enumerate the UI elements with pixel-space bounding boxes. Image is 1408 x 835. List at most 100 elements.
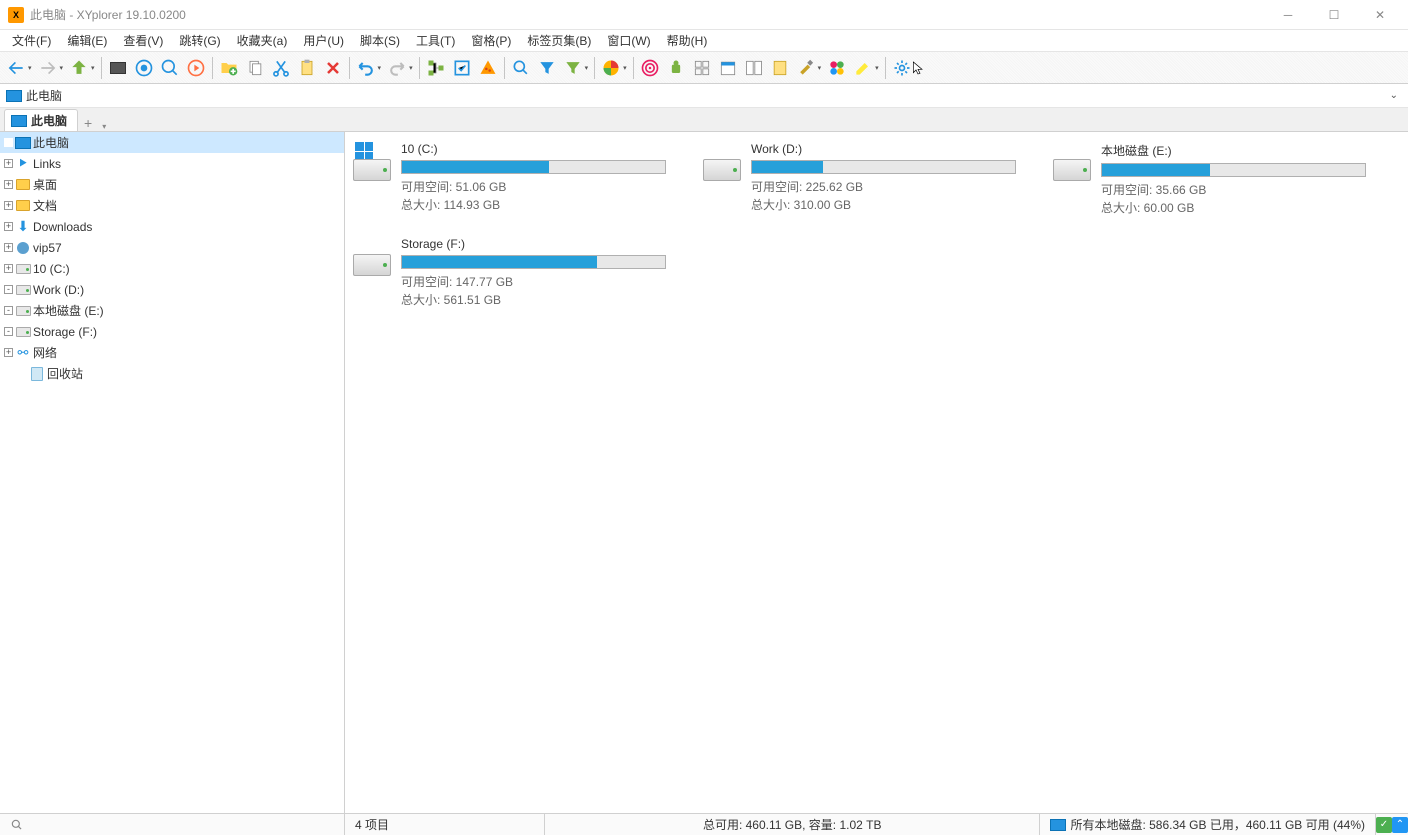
tree-label: Work (D:) bbox=[33, 283, 84, 297]
drive-view[interactable]: 10 (C:) 可用空间: 51.06 GB 总大小: 114.93 GB Wo… bbox=[345, 132, 1408, 813]
tree-item[interactable]: +⚯网络 bbox=[0, 342, 344, 363]
expand-icon[interactable]: + bbox=[4, 201, 13, 210]
expand-icon[interactable]: - bbox=[4, 327, 13, 336]
expand-icon[interactable] bbox=[18, 369, 27, 378]
copy-button[interactable] bbox=[243, 56, 267, 80]
back-history-dropdown[interactable]: ▾ bbox=[28, 64, 32, 72]
color-button[interactable] bbox=[825, 56, 849, 80]
tree-item[interactable]: 回收站 bbox=[0, 363, 344, 384]
zoom-button[interactable] bbox=[158, 56, 182, 80]
menu-帮助(H)[interactable]: 帮助(H) bbox=[659, 30, 716, 51]
drive-item[interactable]: Work (D:) 可用空间: 225.62 GB 总大小: 310.00 GB bbox=[699, 140, 1019, 219]
close-button[interactable]: ✕ bbox=[1366, 5, 1394, 25]
forward-button[interactable] bbox=[36, 56, 60, 80]
new-tab-button[interactable]: + bbox=[78, 115, 98, 131]
chart-dropdown[interactable]: ▾ bbox=[623, 64, 627, 72]
status-sync-icon[interactable]: ⌃ bbox=[1392, 817, 1408, 833]
address-dropdown[interactable]: ⌄ bbox=[1386, 90, 1402, 101]
settings-button[interactable] bbox=[890, 56, 914, 80]
tab-label: 此电脑 bbox=[31, 112, 67, 129]
tab-list-dropdown[interactable]: ▾ bbox=[98, 122, 110, 131]
expand-icon[interactable]: + bbox=[4, 222, 13, 231]
menu-窗格(P)[interactable]: 窗格(P) bbox=[463, 30, 519, 51]
redo-dropdown[interactable]: ▾ bbox=[409, 64, 413, 72]
filter-button[interactable] bbox=[535, 56, 559, 80]
paste-button[interactable] bbox=[295, 56, 319, 80]
back-button[interactable] bbox=[4, 56, 28, 80]
tree-item[interactable]: -Storage (F:) bbox=[0, 321, 344, 342]
undo-button[interactable] bbox=[354, 56, 378, 80]
expand-icon[interactable]: + bbox=[4, 348, 13, 357]
brush-button[interactable] bbox=[794, 56, 818, 80]
tree-item[interactable]: +桌面 bbox=[0, 174, 344, 195]
maximize-button[interactable]: ☐ bbox=[1320, 5, 1348, 25]
spiral-button[interactable] bbox=[638, 56, 662, 80]
search-icon bbox=[10, 818, 24, 832]
highlighter-button[interactable] bbox=[851, 56, 875, 80]
cut-button[interactable] bbox=[269, 56, 293, 80]
new-folder-button[interactable] bbox=[217, 56, 241, 80]
menu-窗口(W)[interactable]: 窗口(W) bbox=[599, 30, 658, 51]
grid-button[interactable] bbox=[690, 56, 714, 80]
expand-icon[interactable]: + bbox=[4, 243, 13, 252]
forward-history-dropdown[interactable]: ▾ bbox=[60, 64, 64, 72]
minimize-button[interactable]: ─ bbox=[1274, 5, 1302, 25]
drive-free-text: 可用空间: 35.66 GB bbox=[1101, 181, 1367, 199]
tree-item[interactable]: +文档 bbox=[0, 195, 344, 216]
menu-工具(T)[interactable]: 工具(T) bbox=[408, 30, 463, 51]
drive-icon bbox=[351, 237, 393, 279]
menu-文件(F)[interactable]: 文件(F) bbox=[4, 30, 59, 51]
tree-item[interactable]: - Work (D:) bbox=[0, 279, 344, 300]
column-button[interactable] bbox=[768, 56, 792, 80]
tab-this-pc[interactable]: 此电脑 bbox=[4, 109, 78, 131]
expand-icon[interactable]: + bbox=[4, 180, 13, 189]
menu-标签页集(B)[interactable]: 标签页集(B) bbox=[519, 30, 599, 51]
filter-green-button[interactable] bbox=[561, 56, 585, 80]
undo-dropdown[interactable]: ▾ bbox=[378, 64, 382, 72]
up-dropdown[interactable]: ▾ bbox=[91, 64, 95, 72]
tree-item[interactable]: -本地磁盘 (E:) bbox=[0, 300, 344, 321]
folder-tree[interactable]: 此电脑+⯈Links+桌面+文档+⬇Downloads+vip57+10 (C:… bbox=[0, 132, 345, 813]
computer-button[interactable] bbox=[106, 56, 130, 80]
play-button[interactable] bbox=[184, 56, 208, 80]
expand-icon[interactable]: + bbox=[4, 264, 13, 273]
expand-icon[interactable]: - bbox=[4, 285, 13, 294]
select-button[interactable] bbox=[450, 56, 474, 80]
tree-item[interactable]: +vip57 bbox=[0, 237, 344, 258]
menu-查看(V)[interactable]: 查看(V) bbox=[115, 30, 171, 51]
split-button[interactable] bbox=[742, 56, 766, 80]
android-button[interactable] bbox=[664, 56, 688, 80]
tab-bar: 此电脑 + ▾ bbox=[0, 108, 1408, 132]
delete-button[interactable] bbox=[321, 56, 345, 80]
address-bar[interactable]: 此电脑 ⌄ bbox=[0, 84, 1408, 108]
up-button[interactable] bbox=[67, 56, 91, 80]
tree-item[interactable]: 此电脑 bbox=[0, 132, 344, 153]
filter-dropdown[interactable]: ▾ bbox=[585, 64, 589, 72]
search-panel[interactable] bbox=[0, 814, 345, 835]
brush-dropdown[interactable]: ▾ bbox=[818, 64, 822, 72]
expand-icon[interactable] bbox=[4, 138, 13, 147]
chart-button[interactable] bbox=[599, 56, 623, 80]
pizza-button[interactable] bbox=[476, 56, 500, 80]
menu-编辑(E)[interactable]: 编辑(E) bbox=[59, 30, 115, 51]
status-ok-icon[interactable]: ✓ bbox=[1376, 817, 1392, 833]
redo-button[interactable] bbox=[385, 56, 409, 80]
menu-用户(U)[interactable]: 用户(U) bbox=[295, 30, 352, 51]
drive-item[interactable]: Storage (F:) 可用空间: 147.77 GB 总大小: 561.51… bbox=[349, 235, 669, 311]
menu-收藏夹(a)[interactable]: 收藏夹(a) bbox=[229, 30, 296, 51]
tree-item[interactable]: +⯈Links bbox=[0, 153, 344, 174]
expand-icon[interactable]: - bbox=[4, 306, 13, 315]
drive-item[interactable]: 本地磁盘 (E:) 可用空间: 35.66 GB 总大小: 60.00 GB bbox=[1049, 140, 1369, 219]
find-button[interactable] bbox=[509, 56, 533, 80]
target-button[interactable] bbox=[132, 56, 156, 80]
expand-icon[interactable]: + bbox=[4, 159, 13, 168]
menu-跳转(G)[interactable]: 跳转(G) bbox=[171, 30, 228, 51]
tree-label: 回收站 bbox=[47, 365, 83, 382]
highlighter-dropdown[interactable]: ▾ bbox=[875, 64, 879, 72]
tree-item[interactable]: +10 (C:) bbox=[0, 258, 344, 279]
tree-button[interactable] bbox=[424, 56, 448, 80]
drive-item[interactable]: 10 (C:) 可用空间: 51.06 GB 总大小: 114.93 GB bbox=[349, 140, 669, 219]
menu-脚本(S)[interactable]: 脚本(S) bbox=[352, 30, 408, 51]
calendar-button[interactable] bbox=[716, 56, 740, 80]
tree-item[interactable]: +⬇Downloads bbox=[0, 216, 344, 237]
